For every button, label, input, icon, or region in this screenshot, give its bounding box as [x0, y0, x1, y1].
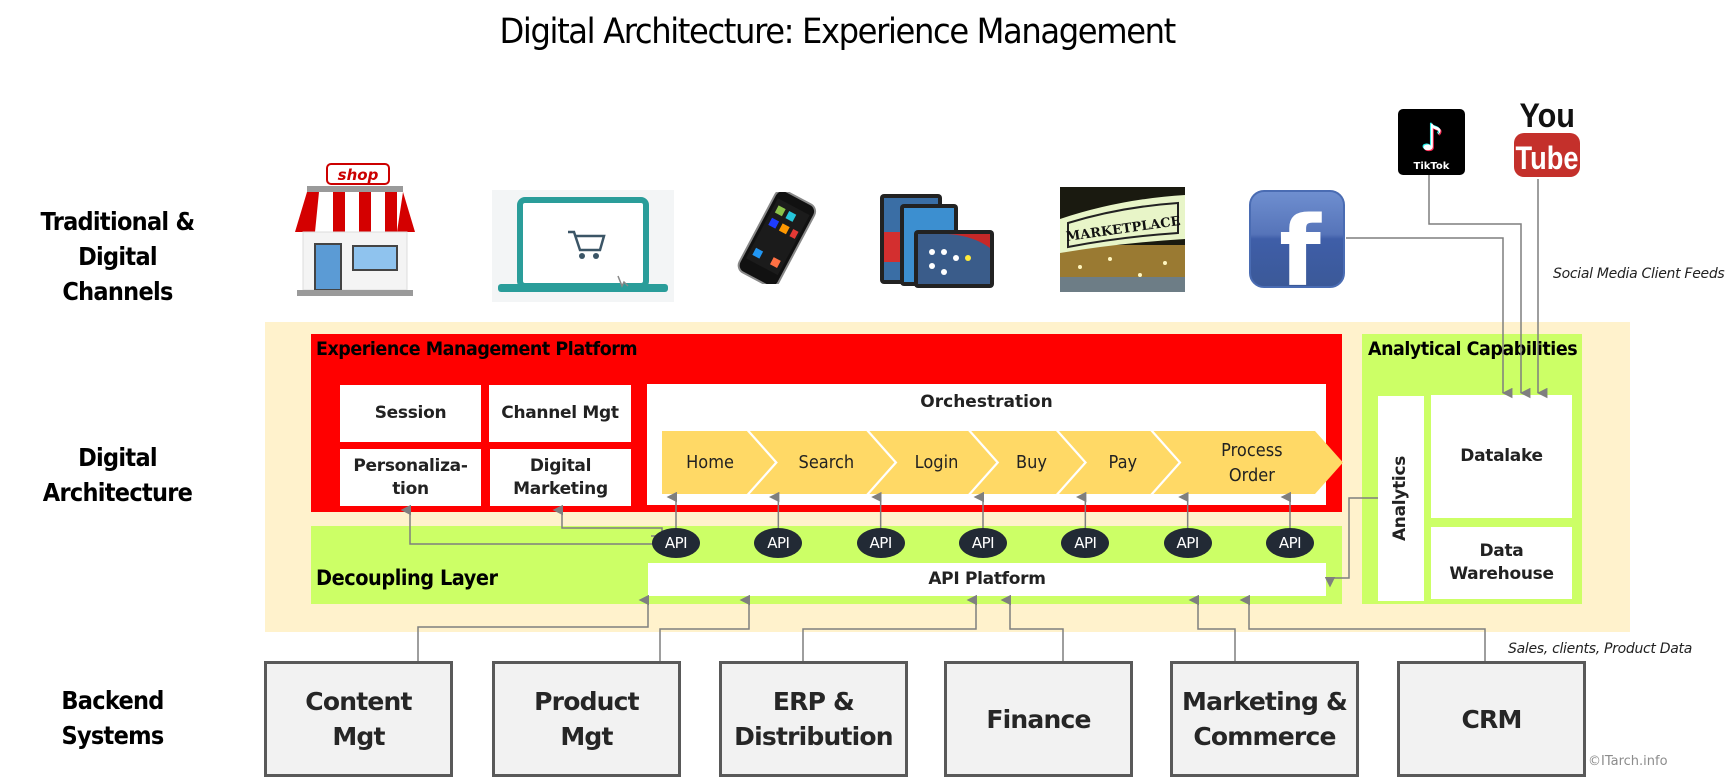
backend-system-label: Mgt [560, 722, 613, 751]
api-endpoint: API [1163, 528, 1212, 558]
orchestration-step-label: Login [899, 431, 976, 494]
module-personalization-line2: tion [392, 478, 429, 499]
orchestration-step-label-line: Order [1229, 464, 1276, 486]
data-warehouse-box: Data Warehouse [1431, 527, 1572, 599]
youtube-label-bottom: Tube [1516, 141, 1579, 177]
orchestration-step-label: Buy [1000, 431, 1064, 494]
backend-system-content-mgt: Content Mgt [264, 661, 453, 777]
orchestration-step-label: Process Order [1186, 431, 1319, 494]
row-label-backend-line2: Systems [61, 721, 164, 750]
backend-system-product-mgt: Product Mgt [492, 661, 681, 777]
analytical-capabilities-title: Analytical Capabilities [1368, 338, 1578, 360]
facebook-icon: f [1248, 189, 1346, 308]
marketplace-sign-icon: MARKETPLACE [1060, 187, 1185, 292]
backend-system-label: Content [305, 687, 412, 716]
social-feeds-note: Social Media Client Feeds [1553, 266, 1725, 282]
row-label-architecture: Digital Architecture [21, 440, 215, 510]
row-label-channels-line1: Traditional & [40, 207, 196, 236]
row-label-architecture-line1: Digital [78, 443, 158, 472]
facebook-glyph: f [1279, 196, 1322, 289]
orchestration-step-label: Pay [1088, 431, 1158, 494]
row-label-channels: Traditional & Digital Channels [21, 204, 215, 309]
backend-system-erp-distribution: ERP & Distribution [719, 661, 908, 777]
smartphone-icon [725, 189, 827, 288]
orchestration-step-label: Search [780, 431, 872, 494]
module-digital-marketing: Digital Marketing [490, 449, 631, 506]
api-endpoint: API [856, 528, 905, 558]
orchestration-step-label-line: Search [798, 452, 855, 473]
api-endpoint: API [754, 528, 803, 558]
experience-platform-title: Experience Management Platform [316, 338, 638, 360]
backend-system-label: Marketing & [1182, 687, 1348, 716]
data-warehouse-line2: Warehouse [1449, 564, 1554, 584]
api-endpoint: API [652, 528, 700, 558]
decoupling-layer-title: Decoupling Layer [316, 566, 498, 590]
youtube-icon: You Tube [1513, 95, 1581, 177]
orchestration-step-label: Home [667, 431, 753, 494]
copyright: ©ITarch.info [1588, 754, 1668, 769]
module-digital-marketing-line2: Marketing [513, 478, 608, 499]
api-endpoint: API [1061, 528, 1110, 558]
api-platform: API Platform [648, 563, 1326, 596]
data-warehouse-line1: Data [1479, 541, 1524, 561]
orchestration-step-label-line: Pay [1108, 452, 1138, 473]
laptop-shopping-cart-icon [492, 190, 674, 302]
shop-sign-text: shop [338, 166, 379, 184]
backend-system-finance: Finance [944, 661, 1133, 777]
diagram-title: Digital Architecture: Experience Managem… [499, 12, 1176, 52]
backend-system-label: Mgt [332, 722, 385, 751]
module-session: Session [340, 385, 481, 442]
backend-system-label: Distribution [734, 722, 893, 751]
tiktok-label: TikTok [1414, 161, 1450, 172]
shop-storefront-icon: shop [293, 162, 417, 298]
backend-system-label: Finance [986, 704, 1091, 734]
analytics-label: Analytics [1390, 455, 1411, 542]
orchestration-step-label-line: Login [915, 452, 959, 473]
svg-text:♪: ♪ [1421, 118, 1444, 159]
module-personalization-line1: Personaliza- [353, 455, 468, 476]
orchestration-title: Orchestration [920, 392, 1053, 412]
row-label-backend: Backend Systems [16, 683, 210, 753]
analytics-box: Analytics [1378, 396, 1424, 601]
module-channel-mgt: Channel Mgt [489, 385, 631, 442]
backend-system-label: Commerce [1193, 722, 1336, 751]
row-label-backend-line1: Backend [61, 686, 164, 715]
backend-system-crm: CRM [1397, 661, 1586, 777]
backend-system-marketing-commerce: Marketing & Commerce [1170, 661, 1359, 777]
orchestration-step-label-line: Process [1221, 439, 1284, 461]
api-endpoint: API [1266, 528, 1314, 558]
api-endpoint: API [959, 528, 1007, 558]
row-label-channels-line2: Digital Channels [62, 242, 173, 306]
youtube-label-top: You [1519, 97, 1575, 135]
backend-system-label: ERP & [772, 687, 855, 716]
orchestration-step-label-line: Home [686, 452, 734, 473]
backend-data-note: Sales, clients, Product Data [1508, 641, 1692, 657]
module-personalization: Personaliza- tion [340, 449, 481, 506]
row-label-architecture-line2: Architecture [42, 478, 193, 507]
datalake-box: Datalake [1431, 395, 1572, 518]
tiktok-icon: ♪ ♪ ♪ TikTok [1398, 109, 1465, 175]
backend-system-label: CRM [1461, 704, 1522, 734]
orchestration-step-label-line: Buy [1016, 452, 1048, 473]
backend-system-label: Product [534, 687, 640, 716]
tablet-devices-icon [878, 192, 996, 292]
module-digital-marketing-line1: Digital [529, 455, 592, 476]
